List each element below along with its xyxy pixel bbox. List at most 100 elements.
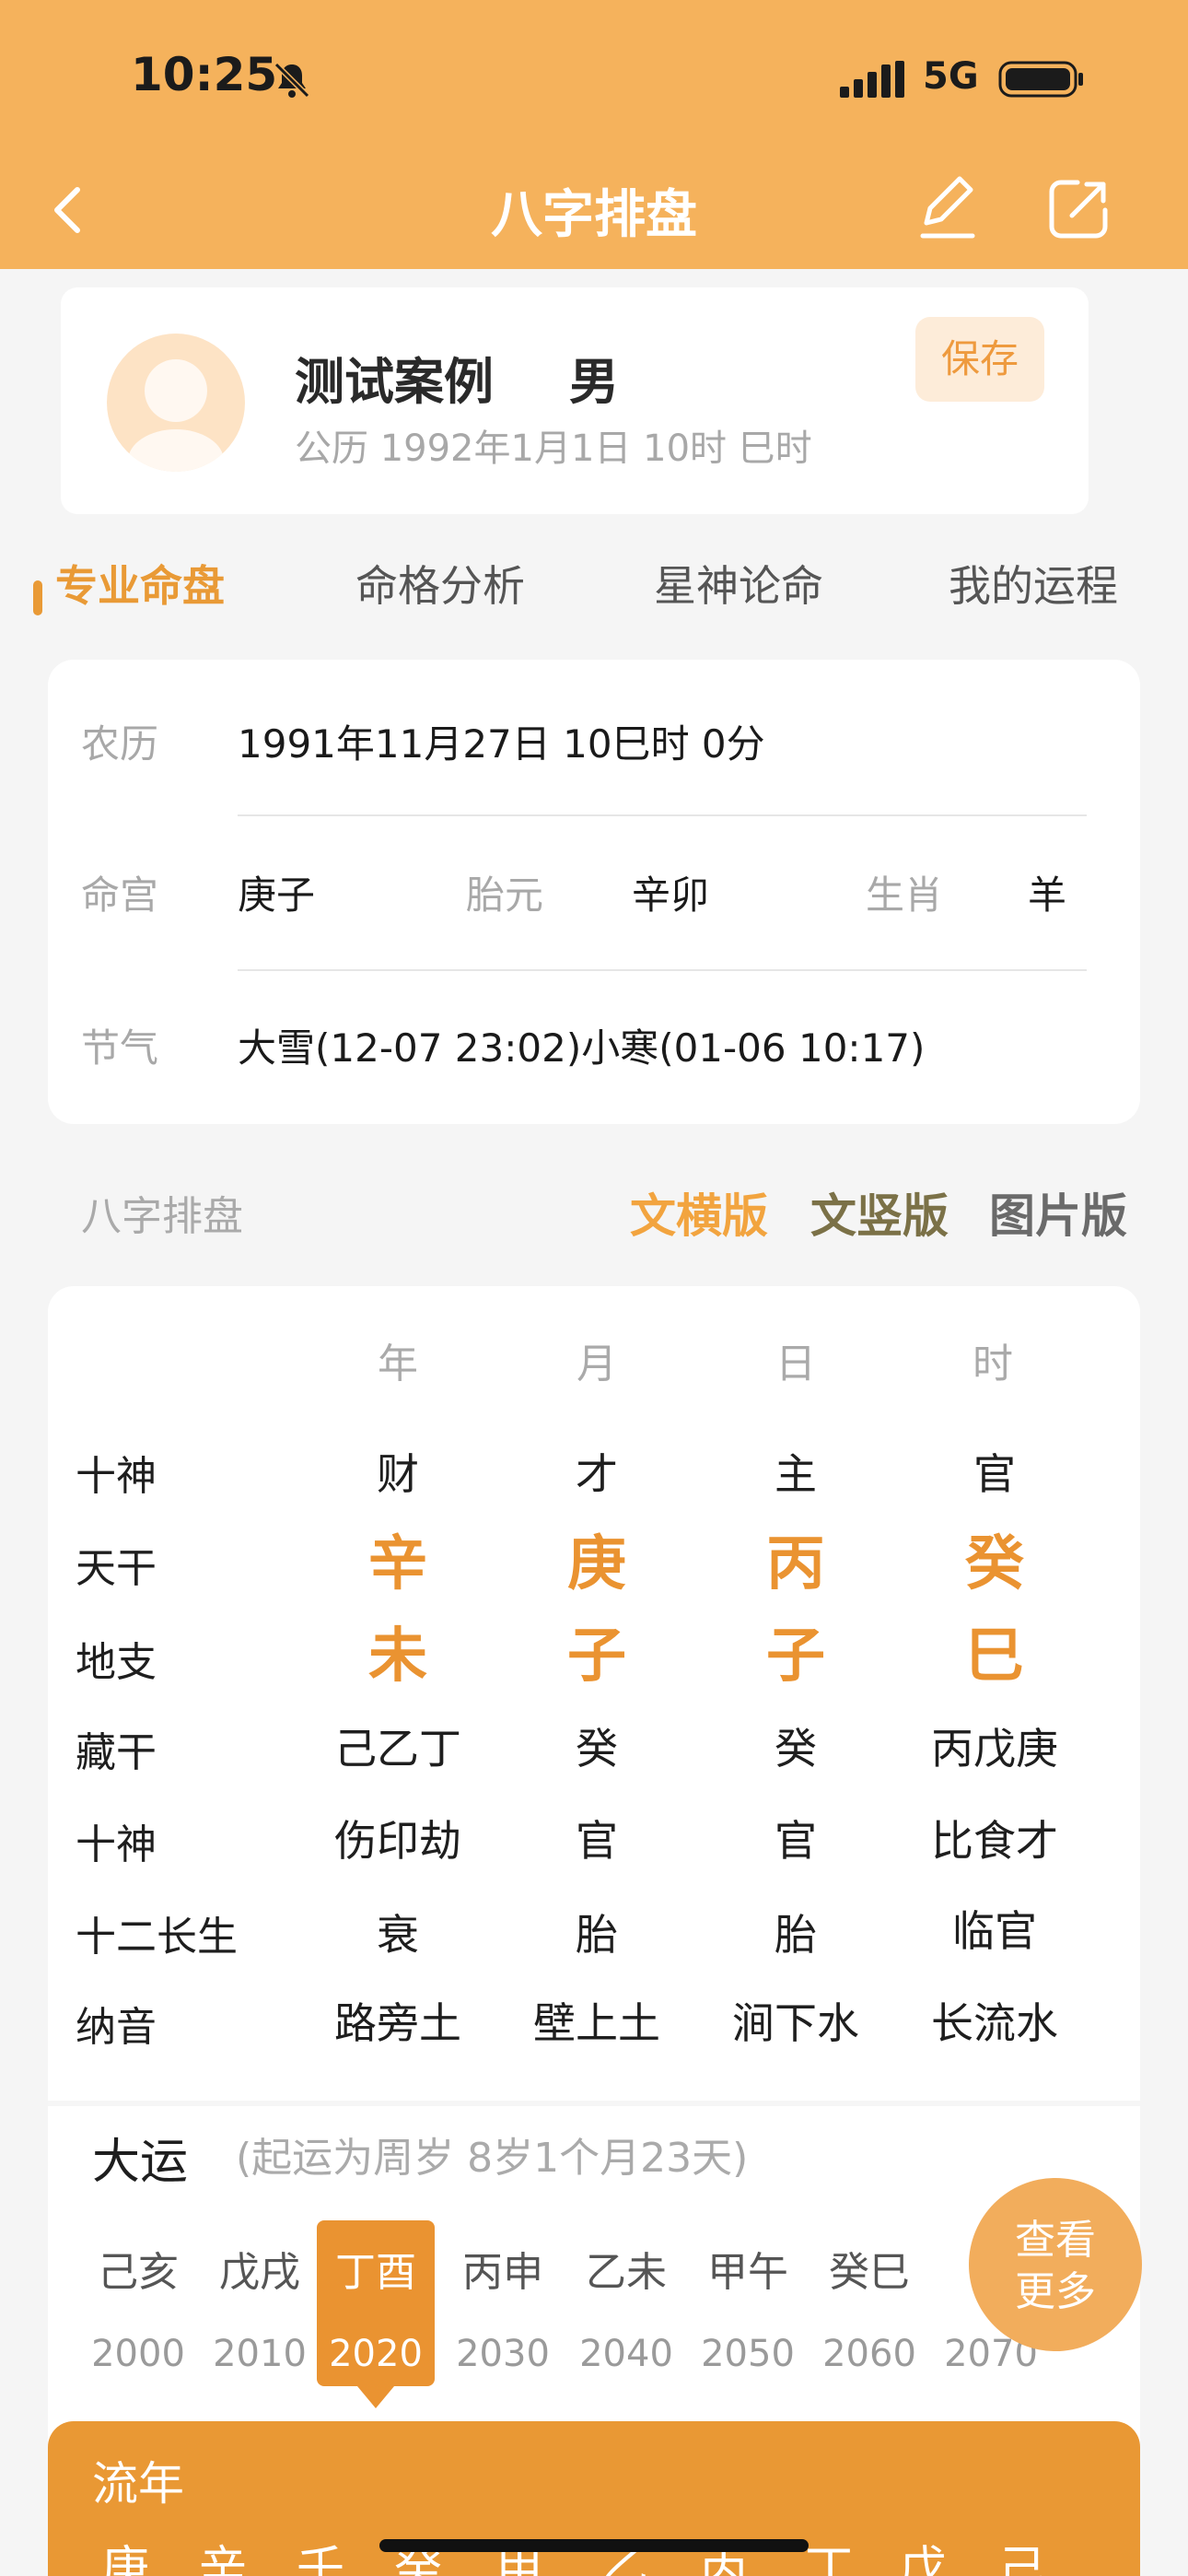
liunian-item[interactable]: 丁: [792, 2530, 866, 2576]
dayun-item[interactable]: 乙未 2040: [565, 2239, 687, 2375]
cell-earthly-branch: 子: [567, 1622, 626, 1691]
cell-earthly-branch: 巳: [965, 1622, 1024, 1691]
cell: 胎: [775, 1910, 817, 1960]
dayun-item-selected[interactable]: 丁酉 2020: [315, 2239, 437, 2375]
liunian-item[interactable]: 癸: [381, 2530, 455, 2576]
dayun-ganzhi: 癸巳: [829, 2249, 910, 2296]
liunian-item[interactable]: 丙: [687, 2530, 761, 2576]
divider: [48, 2101, 1140, 2106]
taiyuan-value: 辛卯: [632, 872, 710, 918]
cell: 涧下水: [732, 1998, 859, 2048]
liunian-title: 流年: [92, 2457, 184, 2511]
cell: 壁上土: [533, 1998, 660, 2048]
save-button[interactable]: 保存: [915, 317, 1044, 402]
version-image[interactable]: 图片版: [989, 1179, 1127, 1246]
battery-icon: [998, 61, 1083, 98]
dayun-ganzhi: 戊戌: [219, 2249, 300, 2296]
dayun-year: 2000: [91, 2333, 185, 2375]
tab-destiny-analysis[interactable]: 命格分析: [355, 553, 525, 614]
lunar-info-card: 农历 1991年11月27日 10巳时 0分 命宫 庚子 胎元 辛卯 生肖 羊 …: [48, 660, 1140, 1124]
liunian-item[interactable]: 甲: [483, 2530, 556, 2576]
cell: 丙戊庚: [931, 1724, 1058, 1774]
profile-birth-date: 公历 1992年1月1日 10时 巳时: [295, 427, 812, 470]
app-header: 10:25 5G 八字排盘: [0, 0, 1188, 269]
liunian-item[interactable]: 戊: [886, 2530, 960, 2576]
dayun-item[interactable]: 甲午 2050: [687, 2239, 809, 2375]
cell: 癸: [576, 1724, 618, 1774]
column-header-hour: 时: [973, 1341, 1013, 1388]
version-vertical-text[interactable]: 文竖版: [810, 1179, 949, 1246]
dayun-year: 2010: [213, 2333, 307, 2375]
row-label-canggan: 藏干: [76, 1729, 157, 1776]
row-label-twelve-stages: 十二长生: [76, 1914, 238, 1961]
dayun-ganzhi: 丁酉: [335, 2249, 416, 2296]
cell: 官: [973, 1449, 1016, 1499]
tab-star-spirits[interactable]: 星神论命: [654, 553, 823, 614]
cell: 长流水: [931, 1998, 1058, 2048]
liunian-item[interactable]: 乙: [588, 2530, 661, 2576]
tab-my-fortune[interactable]: 我的运程: [949, 553, 1118, 614]
version-horizontal-text[interactable]: 文横版: [630, 1179, 768, 1246]
minggong-value: 庚子: [238, 872, 316, 918]
screen: 10:25 5G 八字排盘 测试案例 男 公历 1992年1月1日 10时 巳时…: [0, 0, 1188, 2576]
dayun-year: 2040: [579, 2333, 673, 2375]
dayun-item[interactable]: 丙申 2030: [442, 2239, 564, 2375]
tab-bar: 专业命盘 命格分析 星神论命 我的运程: [0, 553, 1188, 645]
dayun-year: 2060: [822, 2333, 916, 2375]
liunian-item[interactable]: 庚: [88, 2530, 162, 2576]
row-label-nayin: 纳音: [76, 2004, 157, 2051]
dayun-year: 2020: [329, 2333, 423, 2375]
cell-heavenly-stem: 庚: [567, 1530, 626, 1598]
view-more-button[interactable]: 查看 更多: [969, 2178, 1142, 2351]
jieqi-label: 节气: [81, 1025, 159, 1071]
network-label: 5G: [923, 55, 979, 98]
liunian-item[interactable]: 辛: [186, 2530, 260, 2576]
cell-heavenly-stem: 辛: [368, 1530, 427, 1598]
cell-heavenly-stem: 丙: [766, 1530, 825, 1598]
dayun-ganzhi: 丙申: [462, 2249, 543, 2296]
cell: 己乙丁: [334, 1724, 461, 1774]
cell: 主: [775, 1449, 817, 1499]
dayun-title: 大运: [92, 2135, 189, 2190]
cell: 财: [377, 1449, 419, 1499]
liunian-panel: 流年 庚 辛 壬 癸 甲 乙 丙 丁 戊 己: [48, 2421, 1140, 2576]
divider: [238, 969, 1087, 971]
dayun-start-note: (起运为周岁 8岁1个月23天): [236, 2135, 749, 2182]
cell-earthly-branch: 子: [766, 1622, 825, 1691]
liunian-item[interactable]: 己: [985, 2530, 1059, 2576]
cell: 伤印劫: [334, 1816, 461, 1866]
status-time: 10:25: [131, 48, 278, 101]
dayun-year: 2050: [701, 2333, 795, 2375]
cell-heavenly-stem: 癸: [965, 1530, 1024, 1598]
row-label-dizhi: 地支: [76, 1639, 157, 1686]
profile-card: 测试案例 男 公历 1992年1月1日 10时 巳时 保存: [61, 287, 1089, 514]
dayun-ganzhi: 己亥: [98, 2249, 179, 2296]
cell: 临官: [952, 1906, 1037, 1956]
avatar-placeholder-icon: [128, 359, 224, 472]
liunian-item[interactable]: 壬: [284, 2530, 357, 2576]
divider: [238, 814, 1087, 816]
row-label-shishen: 十神: [76, 1453, 157, 1500]
dayun-item[interactable]: 癸巳 2060: [809, 2239, 930, 2375]
cell-earthly-branch: 未: [368, 1622, 427, 1691]
active-tab-indicator: [33, 580, 42, 615]
column-header-year: 年: [378, 1341, 418, 1388]
bazi-section-title: 八字排盘: [81, 1193, 243, 1240]
cell: 官: [576, 1816, 618, 1866]
lunar-label: 农历: [81, 721, 159, 767]
edit-icon[interactable]: [917, 173, 978, 241]
dayun-item[interactable]: 己亥 2000: [77, 2239, 199, 2375]
share-icon[interactable]: [1046, 177, 1111, 241]
dayun-ganzhi: 乙未: [586, 2249, 667, 2296]
taiyuan-label: 胎元: [466, 872, 544, 918]
cell: 官: [775, 1816, 817, 1866]
dayun-item[interactable]: 戊戌 2010: [199, 2239, 320, 2375]
dayun-year: 2030: [456, 2333, 550, 2375]
cell: 衰: [377, 1910, 419, 1960]
cell: 才: [576, 1449, 618, 1499]
dayun-ganzhi: 甲午: [707, 2249, 788, 2296]
tab-professional-chart[interactable]: 专业命盘: [55, 553, 225, 614]
jieqi-value: 大雪(12-07 23:02)小寒(01-06 10:17): [238, 1025, 926, 1071]
shengxiao-value: 羊: [1028, 872, 1067, 918]
signal-icon: [840, 61, 904, 98]
